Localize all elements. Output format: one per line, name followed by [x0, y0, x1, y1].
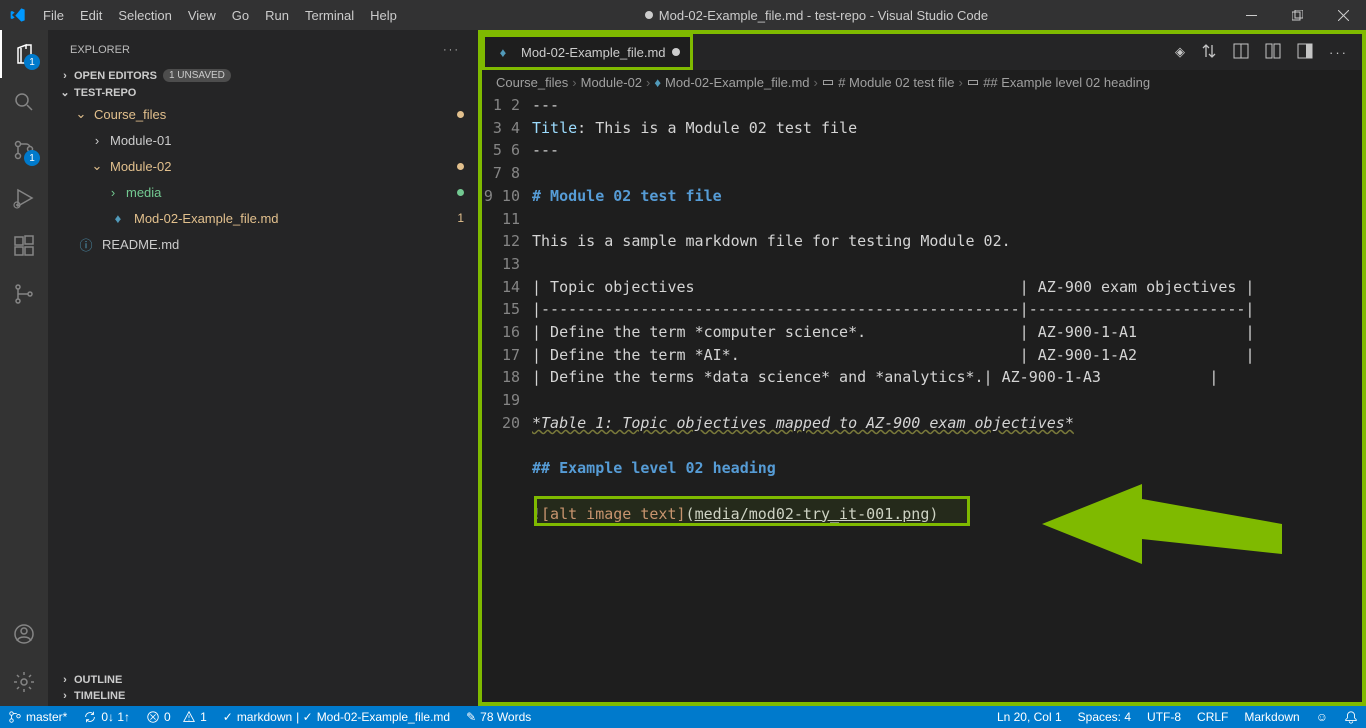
activity-explorer[interactable]: 1	[0, 30, 48, 78]
activity-extensions[interactable]	[0, 222, 48, 270]
timeline-section[interactable]: › TIMELINE	[50, 688, 476, 704]
status-bell-icon[interactable]	[1336, 710, 1366, 724]
outline-section[interactable]: › OUTLINE	[50, 672, 476, 688]
added-dot-icon	[457, 189, 464, 196]
activity-scm[interactable]: 1	[0, 126, 48, 174]
tab-example-file[interactable]: ♦ Mod-02-Example_file.md	[482, 34, 693, 70]
file-tree: ⌄ Course_files › Module-01 ⌄ Module-02 ›…	[50, 101, 476, 257]
vscode-logo-icon	[0, 7, 35, 23]
preview-side-icon[interactable]	[1233, 43, 1249, 62]
explorer-title: EXPLORER	[70, 44, 130, 56]
menu-go[interactable]: Go	[224, 0, 257, 30]
split-editor-right-icon[interactable]	[1297, 43, 1313, 62]
info-file-icon: ⓘ	[78, 236, 94, 252]
scm-badge: 1	[24, 150, 40, 166]
open-editors-section[interactable]: › OPEN EDITORS 1 UNSAVED	[50, 67, 476, 84]
code-lines[interactable]: --- Title: This is a Module 02 test file…	[532, 94, 1362, 702]
minimize-button[interactable]	[1228, 0, 1274, 30]
menu-help[interactable]: Help	[362, 0, 405, 30]
file-example-md[interactable]: ♦ Mod-02-Example_file.md 1	[50, 205, 476, 231]
activity-git-graph[interactable]	[0, 270, 48, 318]
modified-count: 1	[457, 211, 464, 225]
menu-terminal[interactable]: Terminal	[297, 0, 362, 30]
folder-module-01[interactable]: › Module-01	[50, 127, 476, 153]
menu-file[interactable]: File	[35, 0, 72, 30]
split-editor-icon[interactable]	[1265, 43, 1281, 62]
status-cursor-pos[interactable]: Ln 20, Col 1	[989, 710, 1070, 724]
explorer-badge: 1	[24, 54, 40, 70]
activity-debug[interactable]	[0, 174, 48, 222]
modified-dot-icon	[457, 111, 464, 118]
status-language[interactable]: Markdown	[1236, 710, 1307, 724]
menu-selection[interactable]: Selection	[110, 0, 179, 30]
code-editor[interactable]: 1 2 3 4 5 6 7 8 9 10 11 12 13 14 15 16 1…	[482, 94, 1362, 702]
activity-settings[interactable]	[0, 658, 48, 706]
folder-media[interactable]: › media	[50, 179, 476, 205]
explorer-more-icon[interactable]: ···	[443, 44, 460, 56]
window-title: Mod-02-Example_file.md - test-repo - Vis…	[405, 8, 1228, 23]
activity-account[interactable]	[0, 610, 48, 658]
chevron-right-icon: ›	[106, 185, 120, 200]
editor-actions: ◈ ···	[1161, 34, 1362, 70]
chevron-down-icon: ⌄	[58, 86, 72, 99]
editor-group: ♦ Mod-02-Example_file.md ◈ ··· Course_fi…	[478, 30, 1366, 706]
status-bar: master* 0↓ 1↑ 0 1 ✓ markdown | ✓ Mod-02-…	[0, 706, 1366, 728]
chevron-down-icon: ⌄	[90, 158, 104, 174]
menu-view[interactable]: View	[180, 0, 224, 30]
chevron-right-icon: ›	[90, 133, 104, 148]
status-eol[interactable]: CRLF	[1189, 710, 1236, 724]
breadcrumb[interactable]: Course_files› Module-02› ♦ Mod-02-Exampl…	[482, 70, 1362, 94]
status-branch[interactable]: master*	[0, 706, 75, 728]
modified-dot-icon	[645, 11, 653, 19]
status-lint[interactable]: ✓ markdown | ✓ Mod-02-Example_file.md	[215, 706, 458, 728]
tab-label: Mod-02-Example_file.md	[521, 45, 666, 60]
menu-run[interactable]: Run	[257, 0, 297, 30]
menu-bar: File Edit Selection View Go Run Terminal…	[35, 0, 405, 30]
activity-bar: 1 1	[0, 30, 48, 706]
file-readme[interactable]: ⓘ README.md	[50, 231, 476, 257]
chevron-down-icon: ⌄	[74, 106, 88, 122]
maximize-button[interactable]	[1274, 0, 1320, 30]
menu-edit[interactable]: Edit	[72, 0, 110, 30]
line-gutter: 1 2 3 4 5 6 7 8 9 10 11 12 13 14 15 16 1…	[482, 94, 532, 702]
sync-icon[interactable]: ◈	[1175, 44, 1185, 60]
status-indent[interactable]: Spaces: 4	[1070, 710, 1139, 724]
unsaved-badge: 1 UNSAVED	[163, 69, 231, 82]
status-problems[interactable]: 0 1	[138, 706, 215, 728]
modified-dot-icon	[457, 163, 464, 170]
annotation-highlight	[534, 496, 970, 526]
modified-dot-icon	[672, 48, 680, 56]
more-actions-icon[interactable]: ···	[1329, 45, 1348, 60]
titlebar: File Edit Selection View Go Run Terminal…	[0, 0, 1366, 30]
status-wordcount[interactable]: ✎ 78 Words	[458, 706, 539, 728]
close-button[interactable]	[1320, 0, 1366, 30]
explorer-sidebar: EXPLORER ··· › OPEN EDITORS 1 UNSAVED ⌄ …	[48, 30, 478, 706]
markdown-file-icon: ♦	[110, 210, 126, 226]
folder-module-02[interactable]: ⌄ Module-02	[50, 153, 476, 179]
status-sync[interactable]: 0↓ 1↑	[75, 706, 138, 728]
folder-course-files[interactable]: ⌄ Course_files	[50, 101, 476, 127]
status-feedback-icon[interactable]: ☺	[1308, 710, 1336, 724]
status-encoding[interactable]: UTF-8	[1139, 710, 1189, 724]
markdown-file-icon: ♦	[495, 44, 511, 60]
chevron-right-icon: ›	[58, 70, 72, 82]
compare-icon[interactable]	[1201, 43, 1217, 62]
annotation-arrow-icon	[1042, 484, 1282, 584]
window-controls	[1228, 0, 1366, 30]
tab-bar: ♦ Mod-02-Example_file.md ◈ ···	[482, 34, 1362, 70]
chevron-right-icon: ›	[58, 674, 72, 686]
chevron-right-icon: ›	[58, 690, 72, 702]
repo-section[interactable]: ⌄ TEST-REPO	[50, 84, 476, 101]
activity-search[interactable]	[0, 78, 48, 126]
